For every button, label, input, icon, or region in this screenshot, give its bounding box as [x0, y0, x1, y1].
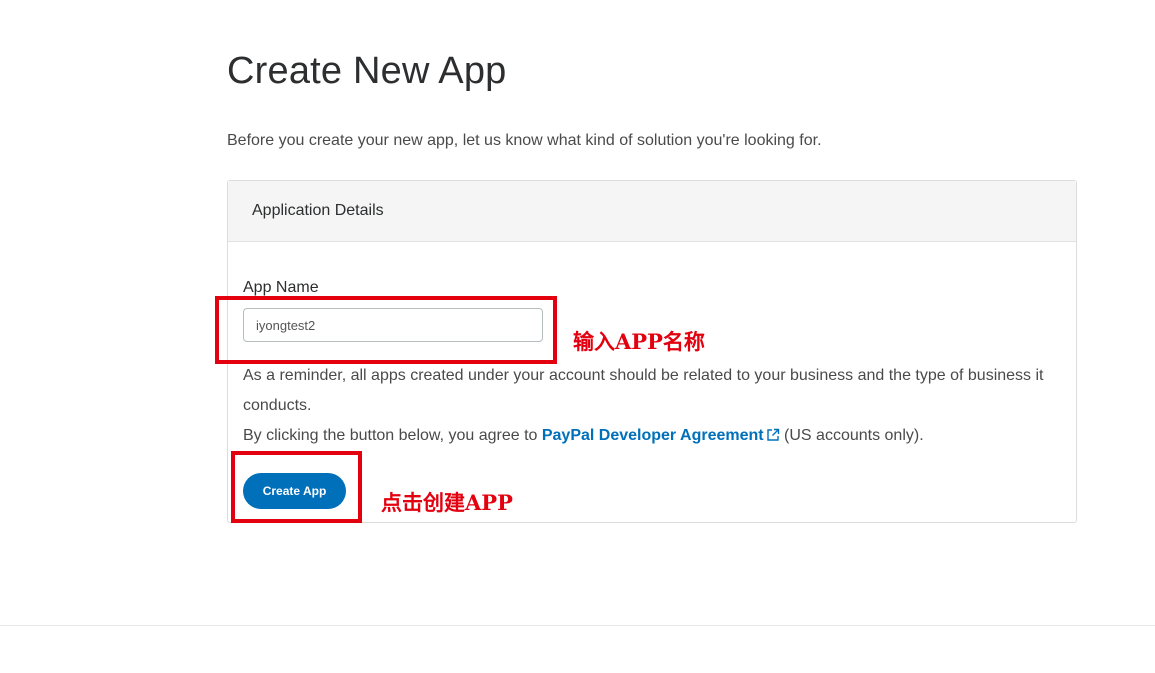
page-intro: Before you create your new app, let us k…	[227, 132, 822, 149]
page-title: Create New App	[227, 50, 507, 92]
agreement-text: By clicking the button below, you agree …	[243, 421, 1063, 453]
agreement-suffix: (US accounts only).	[779, 427, 924, 444]
card-header: Application Details	[228, 181, 1076, 242]
reminder-text: As a reminder, all apps created under yo…	[243, 367, 1044, 414]
agreement-notes: As a reminder, all apps created under yo…	[243, 361, 1063, 453]
developer-agreement-link-label: PayPal Developer Agreement	[541, 427, 764, 444]
annotation-box-input	[215, 296, 557, 364]
page: Create New App Before you create your ne…	[0, 0, 1155, 673]
annotation-button-hint: 点击创建APP	[381, 490, 513, 515]
card-header-title: Application Details	[252, 202, 384, 219]
annotation-box-button	[231, 451, 362, 523]
external-link-icon	[766, 423, 780, 453]
footer-divider	[0, 625, 1155, 626]
annotation-input-hint: 输入APP名称	[573, 329, 705, 354]
agreement-prefix: By clicking the button below, you agree …	[243, 427, 542, 444]
developer-agreement-link[interactable]: PayPal Developer Agreement	[542, 427, 780, 444]
app-name-label: App Name	[243, 279, 319, 296]
